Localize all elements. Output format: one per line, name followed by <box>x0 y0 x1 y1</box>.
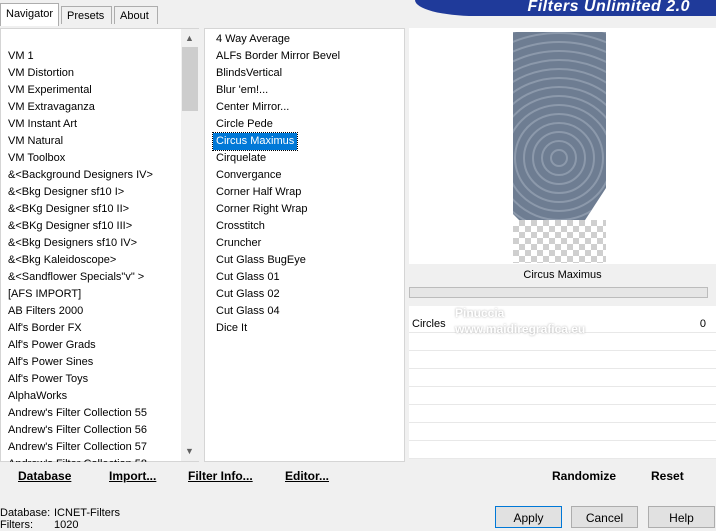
filter-list[interactable]: 4 Way Average ALFs Border Mirror Bevel Bli… <box>204 28 405 462</box>
filter-item[interactable]: Convergance <box>213 167 284 184</box>
filter-info-button[interactable]: Filter Info... <box>188 462 253 490</box>
database-button[interactable]: Database <box>18 462 71 490</box>
tab-bar: Navigator Presets About Filters Unlimite… <box>0 0 716 26</box>
param-value: 0 <box>699 318 706 330</box>
status-filters-label: Filters: <box>0 519 33 531</box>
filter-item[interactable]: Cut Glass BugEye <box>213 252 309 269</box>
category-item[interactable]: &<Bkg Designers sf10 IV> <box>5 235 140 252</box>
app-brand-banner: Filters Unlimited 2.0 <box>415 0 716 16</box>
param-row-empty <box>409 424 716 441</box>
category-item[interactable]: Alf's Border FX <box>5 320 85 337</box>
param-row-empty <box>409 442 716 459</box>
filter-item[interactable]: ALFs Border Mirror Bevel <box>213 48 343 65</box>
preview-filter-name: Circus Maximus <box>409 264 716 286</box>
category-item[interactable]: &<BKg Designer sf10 II> <box>5 201 132 218</box>
tab-navigator[interactable]: Navigator <box>0 3 59 26</box>
category-item[interactable]: VM Extravaganza <box>5 99 98 116</box>
tab-about[interactable]: About <box>114 6 158 24</box>
param-row-empty <box>409 352 716 369</box>
editor-button[interactable]: Editor... <box>285 462 329 490</box>
filter-item[interactable]: Cruncher <box>213 235 264 252</box>
filter-item[interactable]: Blur 'em!... <box>213 82 271 99</box>
status-filters: Filters: 1020 <box>0 519 78 531</box>
status-database: Database: ICNET-Filters <box>0 507 120 519</box>
filter-item[interactable]: Dice It <box>213 320 250 337</box>
import-button[interactable]: Import... <box>109 462 156 490</box>
scroll-down-icon[interactable]: ▼ <box>181 443 198 460</box>
category-item[interactable]: &<Bkg Kaleidoscope> <box>5 252 119 269</box>
category-item[interactable]: [AFS IMPORT] <box>5 286 84 303</box>
tab-about-label: About <box>120 10 149 22</box>
app-title: Filters Unlimited 2.0 <box>527 0 690 15</box>
category-item[interactable]: &<Bkg Designer sf10 I> <box>5 184 127 201</box>
reset-button[interactable]: Reset <box>651 462 684 490</box>
filter-item[interactable]: Corner Half Wrap <box>213 184 304 201</box>
tab-presets-label: Presets <box>67 10 105 22</box>
category-item[interactable]: Alf's Power Grads <box>5 337 99 354</box>
filter-item[interactable]: Cut Glass 04 <box>213 303 283 320</box>
right-toolbar: Randomize Reset <box>410 462 716 490</box>
category-item[interactable]: AlphaWorks <box>5 388 70 405</box>
param-row-empty <box>409 388 716 405</box>
filter-item[interactable]: Cut Glass 02 <box>213 286 283 303</box>
param-row-empty <box>409 370 716 387</box>
category-list[interactable]: VM 1 VM Distortion VM Experimental VM Extra… <box>0 28 199 462</box>
category-item[interactable]: AB Filters 2000 <box>5 303 86 320</box>
scroll-thumb[interactable] <box>182 47 198 111</box>
category-item[interactable]: &<BKg Designer sf10 III> <box>5 218 135 235</box>
status-database-label: Database: <box>0 507 51 519</box>
category-item[interactable]: Alf's Power Toys <box>5 371 91 388</box>
transparency-checker <box>513 220 606 263</box>
tab-presets[interactable]: Presets <box>61 6 112 24</box>
category-item[interactable]: Andrew's Filter Collection 56 <box>5 422 150 439</box>
category-scrollbar[interactable]: ▲ ▼ <box>181 29 199 461</box>
filter-item[interactable]: Crosstitch <box>213 218 268 235</box>
filter-item[interactable]: Cut Glass 01 <box>213 269 283 286</box>
category-item[interactable]: VM 1 <box>5 48 37 65</box>
filter-item[interactable]: Cirquelate <box>213 150 269 167</box>
category-items: VM 1 VM Distortion VM Experimental VM Extra… <box>5 48 181 462</box>
filter-item[interactable]: 4 Way Average <box>213 31 293 48</box>
filter-item[interactable]: Center Mirror... <box>213 99 292 116</box>
param-label: Circles <box>412 318 446 330</box>
status-database-value: ICNET-Filters <box>54 507 120 519</box>
filter-item[interactable]: Corner Right Wrap <box>213 201 311 218</box>
watermark: Pinuccia www.maidiregrafica.eu <box>455 306 586 336</box>
tab-navigator-label: Navigator <box>6 8 54 20</box>
category-item[interactable]: Alf's Power Sines <box>5 354 96 371</box>
param-row-empty <box>409 406 716 423</box>
category-item[interactable]: VM Experimental <box>5 82 95 99</box>
category-item[interactable]: Andrew's Filter Collection 57 <box>5 439 150 456</box>
category-item[interactable]: Andrew's Filter Collection 55 <box>5 405 150 422</box>
category-item[interactable]: VM Natural <box>5 133 66 150</box>
category-item[interactable]: VM Toolbox <box>5 150 68 167</box>
left-toolbar: Database Import... Filter Info... Editor… <box>0 462 405 490</box>
randomize-button[interactable]: Randomize <box>552 462 616 490</box>
category-item[interactable]: &<Background Designers IV> <box>5 167 156 184</box>
progress-bar <box>409 287 708 298</box>
category-item[interactable]: VM Distortion <box>5 65 77 82</box>
filter-item[interactable]: Circle Pede <box>213 116 276 133</box>
filter-items: 4 Way Average ALFs Border Mirror Bevel Bli… <box>211 31 403 461</box>
category-item[interactable]: &<Sandflower Specials"v" > <box>5 269 147 286</box>
scroll-up-icon[interactable]: ▲ <box>181 30 198 47</box>
category-item[interactable]: VM Instant Art <box>5 116 80 133</box>
filter-item-selected[interactable]: Circus Maximus <box>211 132 299 151</box>
filter-item[interactable]: BlindsVertical <box>213 65 285 82</box>
status-filters-value: 1020 <box>54 519 79 531</box>
